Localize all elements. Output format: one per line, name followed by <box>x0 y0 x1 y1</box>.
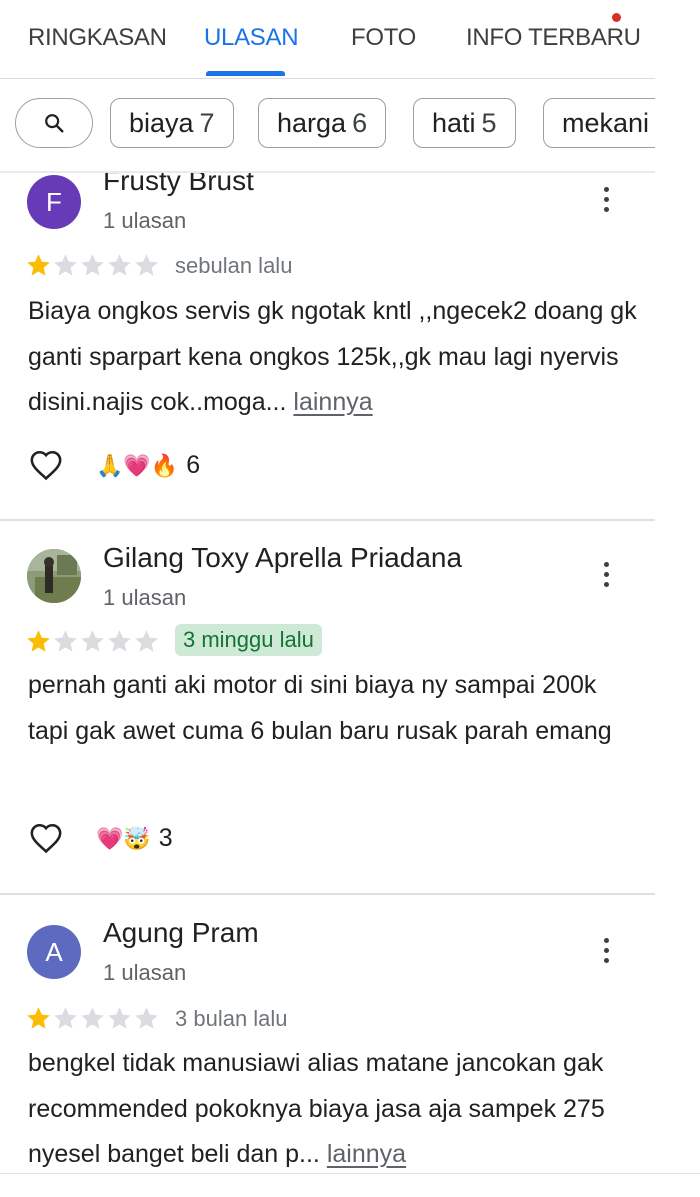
review-count: 1 ulasan <box>103 960 187 985</box>
review-time: 3 bulan lalu <box>175 1006 288 1031</box>
review-card: Gilang Toxy Aprella Priadana 1 ulasan 3 … <box>0 521 655 894</box>
reaction-emojis: 🙏💗🔥 <box>96 452 179 478</box>
more-options-button[interactable] <box>594 179 618 219</box>
reviewer-name[interactable]: Frusty Brust <box>103 173 254 197</box>
review-count: 1 ulasan <box>103 208 187 233</box>
star-empty-icon <box>135 1007 158 1029</box>
review-body: pernah ganti aki motor di sini biaya ny … <box>28 671 612 745</box>
star-rating <box>25 1005 160 1033</box>
star-empty-icon <box>108 1007 131 1029</box>
active-tab-indicator <box>206 71 285 76</box>
avatar[interactable]: F <box>27 175 81 229</box>
review-body: bengkel tidak manusiawi alias matane jan… <box>28 1049 605 1168</box>
reaction-emojis: 💗🤯 <box>96 825 151 851</box>
star-empty-icon <box>135 630 158 652</box>
chip-biaya[interactable]: biaya 7 <box>110 98 234 148</box>
star-empty-icon <box>81 254 104 276</box>
review-card: A Agung Pram 1 ulasan 3 bulan lalu bengk… <box>0 895 655 1173</box>
reactions[interactable]: 🙏💗🔥 6 <box>96 451 200 480</box>
chip-label: mekani <box>562 107 650 138</box>
search-chip[interactable] <box>15 98 93 148</box>
star-filled-icon <box>27 254 50 276</box>
reaction-count: 3 <box>158 824 173 852</box>
heart-icon[interactable] <box>29 822 63 854</box>
star-rating <box>25 628 160 656</box>
more-options-button[interactable] <box>594 554 618 594</box>
topic-chips: biaya 7 harga 6 hati 5 mekani <box>0 79 655 171</box>
review-text: Biaya ongkos servis gk ngotak kntl ,,nge… <box>28 289 638 426</box>
search-icon <box>45 114 64 133</box>
chip-count: 7 <box>199 107 215 138</box>
chip-label: harga <box>277 107 347 138</box>
chip-harga[interactable]: harga 6 <box>258 98 387 148</box>
star-empty-icon <box>135 254 158 276</box>
star-filled-icon <box>27 630 50 652</box>
star-empty-icon <box>54 630 77 652</box>
chip-label: biaya <box>129 107 194 138</box>
tab-ulasan[interactable]: ULASAN <box>204 24 299 52</box>
page-margin <box>655 0 700 1196</box>
star-rating <box>25 252 160 280</box>
review-time: sebulan lalu <box>175 253 293 278</box>
chip-mekanik[interactable]: mekani <box>543 98 655 148</box>
reviewer-name[interactable]: Gilang Toxy Aprella Priadana <box>103 542 462 574</box>
review-list: F Frusty Brust 1 ulasan sebulan lalu Bia… <box>0 173 655 1173</box>
heart-icon[interactable] <box>29 449 63 481</box>
star-empty-icon <box>81 630 104 652</box>
tab-ringkasan[interactable]: RINGKASAN <box>28 24 167 52</box>
chip-label: hati <box>432 107 476 138</box>
star-empty-icon <box>108 254 131 276</box>
tab-info-terbaru[interactable]: INFO TERBARU <box>466 24 641 52</box>
notification-dot <box>612 13 621 22</box>
star-empty-icon <box>108 630 131 652</box>
reaction-count: 6 <box>186 451 201 479</box>
tab-bar: RINGKASAN ULASAN FOTO INFO TERBARU <box>0 0 655 78</box>
bottom-navigation <box>0 1173 700 1197</box>
review-text: pernah ganti aki motor di sini biaya ny … <box>28 663 638 754</box>
review-count: 1 ulasan <box>103 585 187 610</box>
more-options-button[interactable] <box>594 930 618 970</box>
star-empty-icon <box>54 254 77 276</box>
star-filled-icon <box>27 1007 50 1029</box>
avatar-photo[interactable] <box>27 549 81 603</box>
avatar-image <box>27 549 81 603</box>
chip-count: 6 <box>352 107 368 138</box>
reviewer-name[interactable]: Agung Pram <box>103 917 259 949</box>
avatar-letter: A <box>45 936 63 967</box>
more-link[interactable]: lainnya <box>293 388 372 416</box>
star-empty-icon <box>81 1007 104 1029</box>
chip-count: 5 <box>481 107 497 138</box>
avatar[interactable]: A <box>27 925 81 979</box>
more-link[interactable]: lainnya <box>327 1140 406 1168</box>
reactions[interactable]: 💗🤯 3 <box>96 824 173 853</box>
tab-foto[interactable]: FOTO <box>351 24 416 52</box>
chip-hati[interactable]: hati 5 <box>413 98 516 148</box>
review-card: F Frusty Brust 1 ulasan sebulan lalu Bia… <box>0 173 655 520</box>
avatar-letter: F <box>46 186 62 217</box>
review-text: bengkel tidak manusiawi alias matane jan… <box>28 1041 638 1173</box>
star-empty-icon <box>54 1007 77 1029</box>
review-time: 3 minggu lalu <box>175 624 322 656</box>
